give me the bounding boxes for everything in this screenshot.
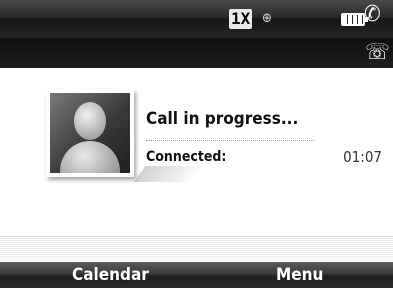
phone-signal-icon: ✆ — [364, 2, 381, 27]
avatar-head-shape — [74, 102, 106, 140]
call-screen: Call in progress... Connected: 01:07 — [0, 68, 393, 236]
empty-list-area — [0, 236, 393, 262]
call-status-text: Call in progress... — [146, 109, 299, 129]
roaming-icon: ⊕ — [262, 11, 272, 26]
softkey-bar: Calendar Menu — [0, 262, 393, 288]
network-type-indicator: 1X — [229, 9, 253, 29]
contact-avatar-icon — [46, 89, 134, 177]
calendar-softkey[interactable]: Calendar — [72, 262, 149, 288]
active-call-icon: ☏ — [365, 40, 390, 65]
call-indicator-bar: ☏ — [0, 38, 393, 68]
divider — [146, 140, 314, 141]
avatar-image — [50, 93, 130, 173]
avatar-body-shape — [60, 141, 120, 173]
status-bar: 1X ⊕ ✆ — [0, 0, 393, 38]
menu-softkey[interactable]: Menu — [276, 262, 323, 288]
battery-icon — [341, 13, 368, 26]
call-duration: 01:07 — [343, 148, 382, 166]
avatar-shadow — [134, 166, 206, 182]
connected-label: Connected: — [146, 149, 227, 165]
